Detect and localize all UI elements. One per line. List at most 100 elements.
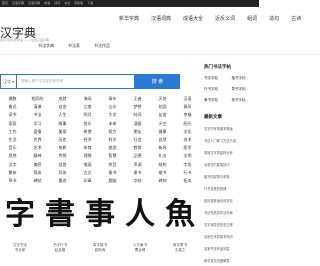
char-link[interactable]: 海阔 (75, 96, 100, 102)
nav-item[interactable]: 组词 (247, 15, 257, 22)
char-link[interactable]: 部首 (50, 162, 75, 168)
char-link[interactable]: 结构 (150, 162, 175, 168)
char-link[interactable]: 偏旁 (25, 162, 50, 168)
char-link[interactable]: 读书 (0, 112, 25, 118)
news-item[interactable]: 汉字演变的历史过程 (204, 222, 259, 227)
news-item[interactable]: 楷书的起笔与收笔 (204, 174, 259, 179)
hot-item[interactable]: 篆书字帖 (232, 98, 260, 103)
char-link[interactable]: 生活 (0, 137, 25, 143)
hot-item[interactable]: 楷书字帖 (232, 76, 260, 81)
news-item[interactable]: 书法入门练习方法介绍 (204, 138, 259, 143)
news-item[interactable]: 常用汉字的结构分析 (204, 150, 259, 155)
char-link[interactable]: 历史 (50, 137, 75, 143)
char-link[interactable]: 题跋 (100, 178, 125, 184)
logo-tab[interactable]: 书法字典 (38, 43, 54, 49)
hot-item[interactable]: 隶书字帖 (204, 98, 232, 103)
logo-tab[interactable]: 书法作品 (94, 43, 110, 49)
top-link[interactable]: 汉语词典 (28, 0, 40, 7)
char-link[interactable]: 青年 (100, 96, 125, 102)
char-link[interactable]: 拼音 (100, 162, 125, 168)
char-link[interactable]: 科学 (100, 137, 125, 143)
char-link[interactable]: 品德 (125, 153, 150, 159)
char-link[interactable]: 电影 (50, 145, 75, 151)
news-item[interactable]: 如何选择适合的字帖 (204, 198, 259, 203)
char-link[interactable]: 快乐 (75, 121, 100, 127)
caption-line[interactable]: 书法家 (0, 248, 40, 253)
char-link[interactable]: 大学 (100, 112, 125, 118)
char-link[interactable]: 工作 (0, 129, 25, 135)
char-link[interactable]: 家庭 (0, 121, 25, 127)
news-item[interactable]: 汉字书写的基本笔画 (204, 126, 259, 131)
char-link[interactable]: 简体 (25, 170, 50, 176)
char-link[interactable]: 繁体 (0, 170, 25, 176)
char-link[interactable]: 墨迹 (50, 178, 75, 184)
char-link[interactable]: 人生 (50, 112, 75, 118)
char-link[interactable]: 温暖 (125, 121, 150, 127)
caption-line[interactable]: 曹全碑 (120, 248, 160, 253)
char-link[interactable]: 王者 (125, 96, 150, 102)
char-link[interactable]: 行书 (175, 170, 200, 176)
char-link[interactable]: 笔画 (75, 162, 100, 168)
caption-line[interactable]: 赵孟頫 (40, 248, 80, 253)
char-link[interactable]: 爱情 (25, 129, 50, 135)
char-link[interactable]: 未来 (100, 121, 125, 127)
char-link[interactable]: 礼仪 (150, 153, 175, 159)
caption-line[interactable]: 王羲之 (160, 248, 200, 253)
hot-item[interactable]: 行书字帖 (204, 87, 232, 92)
calligraphy-glyph[interactable]: 人 (120, 190, 160, 240)
char-link[interactable]: 自然 (150, 137, 175, 143)
search-input[interactable]: 请输入单个汉字或拼音查询 (16, 74, 135, 89)
char-link[interactable]: 相同的 (25, 96, 50, 102)
top-link[interactable]: 成语 (44, 0, 50, 7)
nav-item[interactable]: 成语大全 (183, 15, 203, 22)
char-link[interactable]: 音乐 (0, 145, 25, 151)
char-link[interactable]: 明月 (75, 112, 100, 118)
char-link[interactable]: 故事 (50, 121, 75, 127)
char-link[interactable]: 鲁迅 (0, 104, 25, 110)
news-item[interactable]: 篆刻艺术的基本知识 (204, 234, 259, 239)
char-link[interactable]: 隶书 (125, 170, 150, 176)
char-link[interactable]: 天地 (150, 96, 175, 102)
calligraphy-glyph[interactable]: 字 (0, 190, 40, 240)
char-link[interactable]: 天空 (150, 121, 175, 127)
char-link[interactable]: 印章 (75, 178, 100, 184)
search-type-select[interactable]: 汉字 ▾ (0, 74, 16, 89)
char-link[interactable]: 世界 (25, 137, 50, 143)
nav-item[interactable]: 近反义词 (215, 15, 235, 22)
char-link[interactable]: 医学 (175, 145, 200, 151)
caption-line[interactable]: 欧阳询 (80, 248, 120, 253)
char-link[interactable]: 梦想 (125, 104, 150, 110)
char-link[interactable]: 体育 (75, 145, 100, 151)
char-link[interactable]: 字形 (175, 162, 200, 168)
char-link[interactable]: 碑帖 (25, 178, 50, 184)
logo-tab[interactable]: 书法家 (68, 43, 80, 49)
char-link[interactable]: 朋友 (125, 129, 150, 135)
news-item[interactable]: 名家书法作品欣赏 (204, 246, 259, 251)
nav-item[interactable]: 古诗 (291, 15, 301, 22)
top-link[interactable]: 首页 (2, 0, 8, 7)
char-link[interactable]: 文化 (175, 129, 200, 135)
news-item[interactable]: 毛笔字的握笔技巧 (204, 162, 259, 167)
calligraphy-glyph[interactable]: 魚 (160, 190, 200, 240)
char-link[interactable]: 努力 (100, 129, 125, 135)
news-item[interactable]: 书法作品的章法布局 (204, 210, 259, 215)
char-link[interactable]: 友谊 (150, 112, 175, 118)
char-link[interactable]: 楷书 (150, 170, 175, 176)
char-link[interactable]: 草书 (0, 178, 25, 184)
top-link[interactable]: 书法 (64, 0, 70, 7)
char-link[interactable]: 希望 (75, 129, 100, 135)
char-link[interactable]: 汉字 (0, 162, 25, 168)
top-link[interactable]: 汉语字典 (12, 0, 24, 7)
char-link[interactable]: 传统 (50, 153, 75, 159)
char-link[interactable]: 字帖 (125, 178, 150, 184)
char-link[interactable]: 美丽 (50, 129, 75, 135)
char-link[interactable]: 山水 (100, 104, 125, 110)
char-link[interactable]: 自由 (50, 104, 75, 110)
char-link[interactable]: 学习 (25, 121, 50, 127)
char-link[interactable]: 新闻 (150, 145, 175, 151)
char-link[interactable]: 幸福 (175, 112, 200, 118)
char-link[interactable]: 声调 (125, 162, 150, 168)
nav-item[interactable]: 新华字典 (119, 15, 139, 22)
char-link[interactable]: 汉语 (175, 96, 200, 102)
calligraphy-glyph[interactable]: 事 (80, 190, 120, 240)
